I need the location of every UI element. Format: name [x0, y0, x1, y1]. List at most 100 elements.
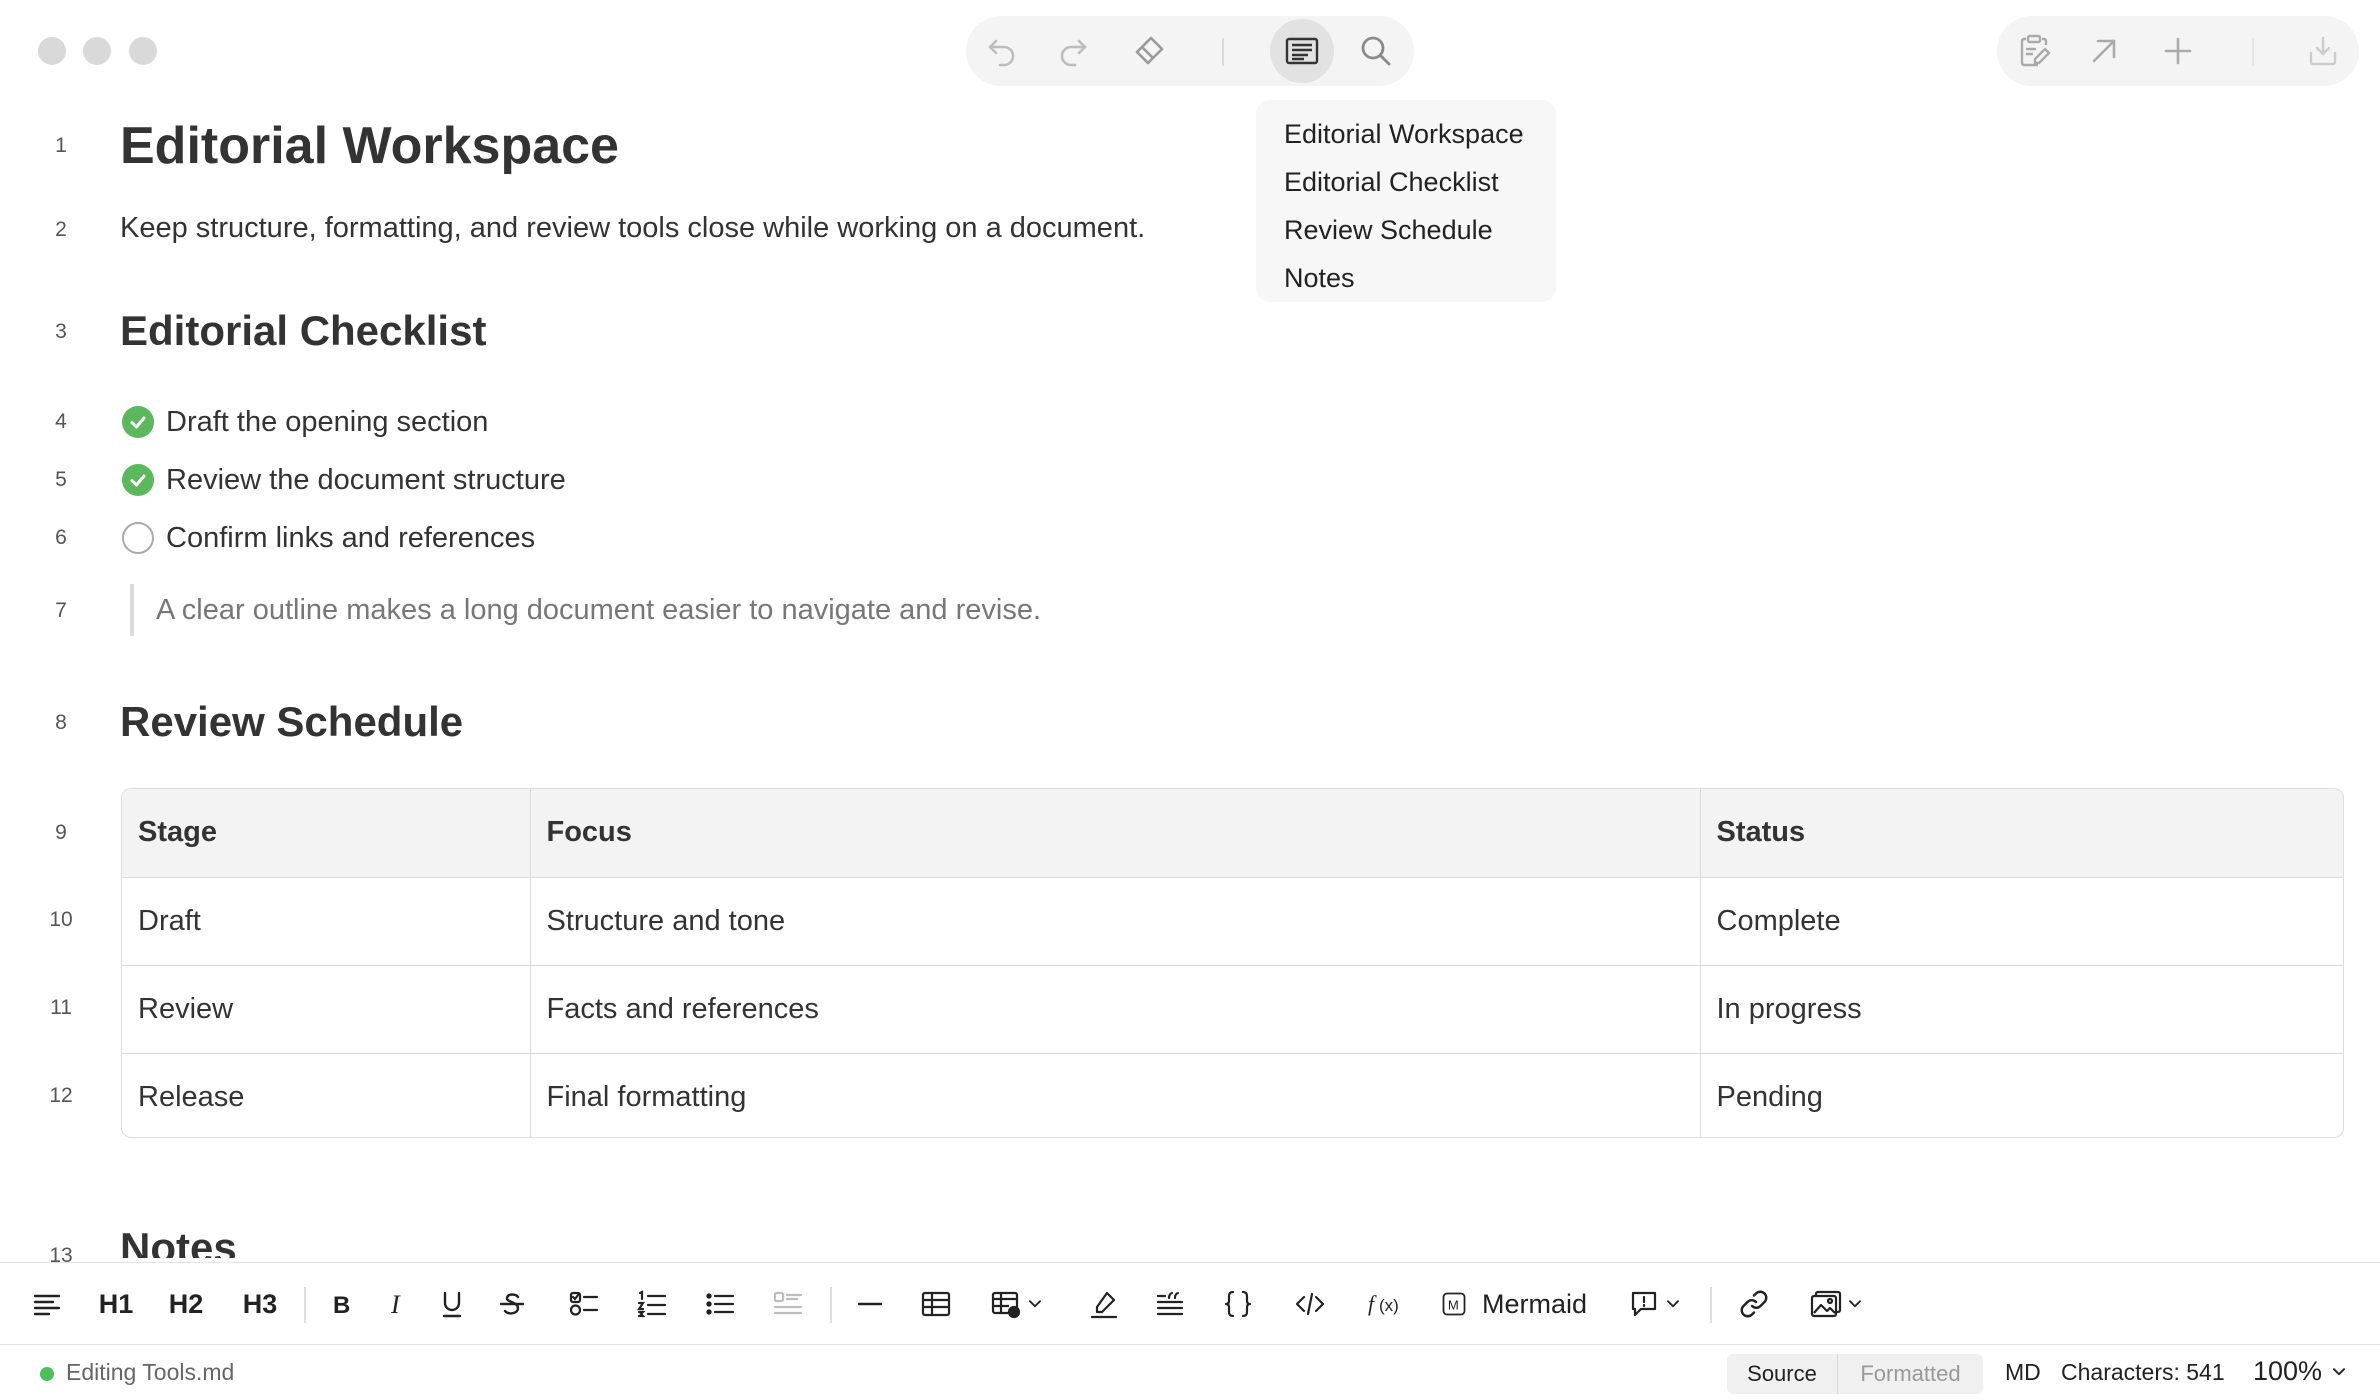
horizontal-rule-button[interactable]: [852, 1263, 888, 1345]
comment-button[interactable]: [1626, 1263, 1684, 1345]
clear-formatting-button[interactable]: [1119, 16, 1179, 86]
svg-text:M: M: [1448, 1297, 1459, 1312]
table-cell[interactable]: Structure and tone: [530, 877, 1701, 966]
italic-button[interactable]: I: [378, 1263, 414, 1345]
export-icon: [2309, 36, 2337, 66]
table-cell[interactable]: Draft: [122, 877, 531, 966]
edit-notes-button[interactable]: [2004, 16, 2064, 86]
view-mode-toggle: Source Formatted: [1727, 1354, 1983, 1394]
redo-button[interactable]: [1043, 16, 1103, 86]
undo-button[interactable]: [972, 16, 1032, 86]
chevron-down-icon: [2333, 1367, 2346, 1375]
insert-link-button[interactable]: [1736, 1263, 1772, 1345]
eraser-icon: [1135, 36, 1164, 65]
search-icon: [1361, 36, 1391, 66]
new-document-button[interactable]: [2148, 16, 2208, 86]
open-external-icon: [2092, 39, 2116, 63]
paragraph-button[interactable]: [22, 1263, 72, 1345]
formula-button[interactable]: f (x): [1366, 1263, 1410, 1345]
document-title[interactable]: Editorial Workspace: [120, 116, 619, 176]
task-checkbox[interactable]: [122, 522, 154, 554]
insert-table-button[interactable]: [918, 1263, 954, 1345]
checklist-icon: [569, 1291, 599, 1316]
line-number: 12: [49, 1084, 73, 1107]
outline-item[interactable]: Notes: [1284, 254, 1556, 302]
task-label[interactable]: Review the document structure: [166, 464, 566, 497]
zoom-window-button[interactable]: [129, 37, 157, 65]
task-checkbox[interactable]: [122, 464, 154, 496]
blockquote-button[interactable]: [1152, 1263, 1188, 1345]
inline-code-button[interactable]: [1290, 1263, 1330, 1345]
table-options-button[interactable]: [984, 1263, 1050, 1345]
notes-heading[interactable]: Notes: [120, 1220, 237, 1258]
comment-icon: [1631, 1291, 1657, 1317]
zoom-selector[interactable]: 100%: [2253, 1356, 2348, 1387]
toolbar-divider: [2252, 38, 2254, 66]
minimize-window-button[interactable]: [83, 37, 111, 65]
table-header-cell[interactable]: Status: [1700, 789, 2343, 878]
underline-button[interactable]: [434, 1263, 470, 1345]
outline-item[interactable]: Review Schedule: [1284, 206, 1556, 254]
close-window-button[interactable]: [38, 37, 66, 65]
table-cell[interactable]: Pending: [1700, 1053, 2343, 1137]
file-name: Editing Tools.md: [66, 1359, 235, 1385]
bullet-list-button[interactable]: [702, 1263, 738, 1345]
undo-icon: [988, 39, 1015, 67]
table-cell[interactable]: Facts and references: [530, 965, 1701, 1054]
code-block-button[interactable]: [1220, 1263, 1256, 1345]
table-header-cell[interactable]: Focus: [530, 789, 1701, 878]
open-external-button[interactable]: [2074, 16, 2134, 86]
blockquote[interactable]: A clear outline makes a long document ea…: [130, 584, 1041, 636]
table-header-row: Stage Focus Status: [122, 789, 2343, 878]
line-number: 6: [55, 526, 67, 549]
heading-1-button[interactable]: H1: [92, 1263, 140, 1345]
table-edit-icon: [991, 1291, 1021, 1319]
outline-toggle-button[interactable]: [1270, 16, 1334, 86]
task-checkbox[interactable]: [122, 406, 154, 438]
formatted-mode-button[interactable]: Formatted: [1837, 1354, 1983, 1394]
table-cell[interactable]: In progress: [1700, 965, 2343, 1054]
bold-button[interactable]: B: [322, 1263, 358, 1345]
svg-text:I: I: [390, 1290, 401, 1319]
bullet-list-icon: [706, 1293, 735, 1315]
checklist-heading[interactable]: Editorial Checklist: [120, 307, 486, 355]
svg-text:f: f: [1368, 1291, 1377, 1316]
highlight-button[interactable]: [1086, 1263, 1122, 1345]
line-number: 11: [50, 996, 72, 1019]
heading-2-button[interactable]: H2: [162, 1263, 210, 1345]
strikethrough-button[interactable]: [494, 1263, 530, 1345]
table-cell[interactable]: Review: [122, 965, 531, 1054]
search-button[interactable]: [1346, 16, 1406, 86]
intro-paragraph[interactable]: Keep structure, formatting, and review t…: [120, 212, 1145, 245]
schedule-heading[interactable]: Review Schedule: [120, 698, 463, 746]
insert-image-button[interactable]: [1806, 1263, 1868, 1345]
italic-icon: I: [390, 1290, 401, 1319]
task-label[interactable]: Draft the opening section: [166, 406, 488, 439]
task-list-button[interactable]: [566, 1263, 602, 1345]
indent-button[interactable]: [770, 1263, 806, 1345]
outline-popover: Editorial Workspace Editorial Checklist …: [1256, 100, 1556, 302]
heading-3-button[interactable]: H3: [236, 1263, 284, 1345]
table-header-cell[interactable]: Stage: [122, 789, 531, 878]
table-cell[interactable]: Complete: [1700, 877, 2343, 966]
quote-icon: [1156, 1291, 1184, 1316]
task-label[interactable]: Confirm links and references: [166, 522, 535, 555]
toolbar-divider: [304, 1287, 306, 1323]
table-cell[interactable]: Final formatting: [530, 1053, 1701, 1137]
table-cell[interactable]: Release: [122, 1053, 531, 1137]
chevron-down-icon: [1849, 1300, 1861, 1308]
strikethrough-icon: [499, 1293, 525, 1315]
table-icon: [921, 1291, 951, 1317]
horizontal-rule-icon: [857, 1302, 883, 1306]
export-button[interactable]: [2293, 16, 2353, 86]
file-format-label: MD: [2005, 1359, 2041, 1385]
line-number: 2: [55, 218, 67, 241]
mermaid-button[interactable]: M Mermaid: [1440, 1263, 1600, 1345]
source-mode-button[interactable]: Source: [1727, 1354, 1837, 1394]
toolbar-divider: [1710, 1287, 1712, 1323]
ordered-list-button[interactable]: [634, 1263, 670, 1345]
line-number: 9: [55, 821, 67, 844]
outline-item[interactable]: Editorial Workspace: [1284, 110, 1556, 158]
redo-icon: [1060, 39, 1087, 67]
outline-item[interactable]: Editorial Checklist: [1284, 158, 1556, 206]
